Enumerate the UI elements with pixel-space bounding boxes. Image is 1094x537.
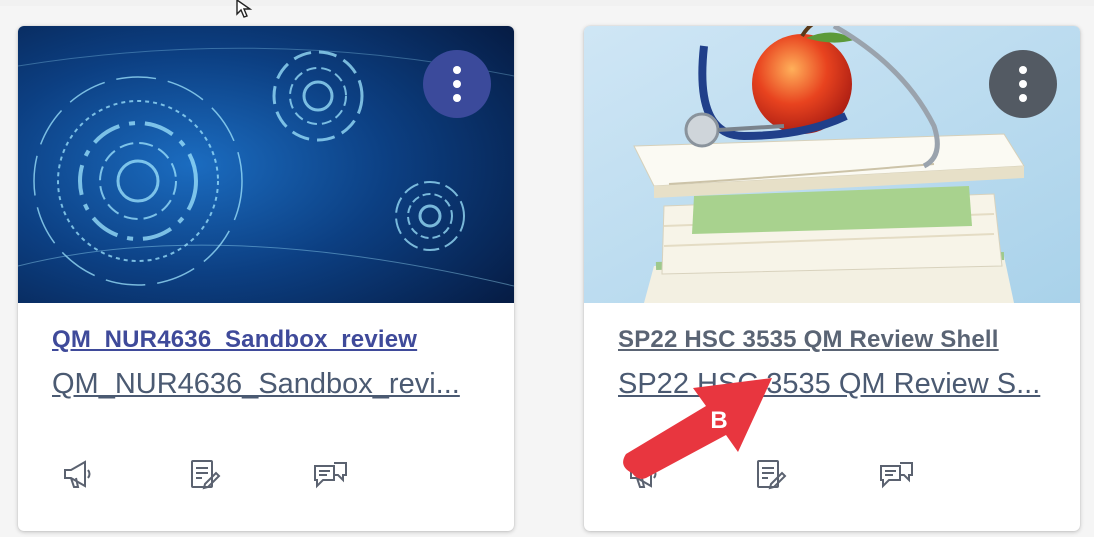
assignments-icon[interactable] xyxy=(184,454,224,494)
course-options-button[interactable] xyxy=(423,50,491,118)
annotation-label: B xyxy=(710,407,727,434)
course-image-books[interactable] xyxy=(584,26,1080,303)
course-options-button[interactable] xyxy=(989,50,1057,118)
course-code-link[interactable]: QM_NUR4636_Sandbox_revi... xyxy=(52,368,482,401)
discussions-icon[interactable] xyxy=(876,454,916,494)
course-card[interactable]: QM_NUR4636_Sandbox_review QM_NUR4636_San… xyxy=(18,26,514,531)
course-image-circuit[interactable] xyxy=(18,26,514,303)
course-title-link[interactable]: SP22 HSC 3535 QM Review Shell xyxy=(618,326,999,354)
course-actions xyxy=(52,454,472,498)
announcements-icon[interactable] xyxy=(58,454,98,494)
top-band xyxy=(0,0,1094,6)
course-title-link[interactable]: QM_NUR4636_Sandbox_review xyxy=(52,326,417,354)
discussions-icon[interactable] xyxy=(310,454,350,494)
mouse-cursor-icon xyxy=(234,0,258,25)
annotation-arrow: B xyxy=(610,360,785,490)
